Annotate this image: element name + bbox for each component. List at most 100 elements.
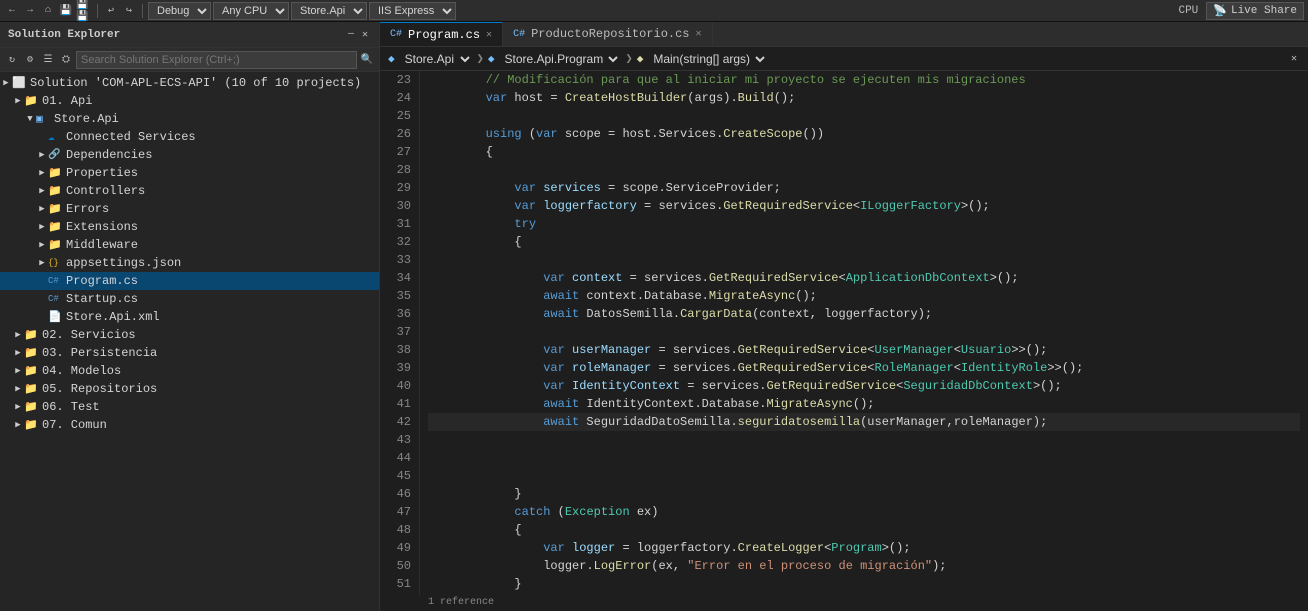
expand-icon-test[interactable]: ▶ [12,402,24,412]
tree-item-props[interactable]: ▶📁Properties [0,164,379,182]
solution-tree: ▶⬜Solution 'COM-APL-ECS-API' (10 of 10 p… [0,72,379,611]
breadcrumb-collapse-button[interactable]: ✕ [1288,52,1300,66]
tab-program[interactable]: C#Program.cs✕ [380,22,503,46]
tree-item-storeapi[interactable]: ▼▣Store.Api [0,110,379,128]
tree-item-comun[interactable]: ▶📁07. Comun [0,416,379,434]
tree-label-deps: Dependencies [64,148,152,162]
line-number-41: 41 [388,395,411,413]
expand-icon-persistencia[interactable]: ▶ [12,348,24,358]
tree-item-extensions[interactable]: ▶📁Extensions [0,218,379,236]
tree-item-modelos[interactable]: ▶📁04. Modelos [0,362,379,380]
se-settings-icon[interactable]: ⛭ [58,52,74,68]
line-number-39: 39 [388,359,411,377]
tree-item-program[interactable]: C#Program.cs [0,272,379,290]
breadcrumb-namespace[interactable]: Store.Api [399,51,473,67]
tree-item-test[interactable]: ▶📁06. Test [0,398,379,416]
tree-item-middleware[interactable]: ▶📁Middleware [0,236,379,254]
tree-item-controllers[interactable]: ▶📁Controllers [0,182,379,200]
save-all-icon[interactable]: 💾💾 [76,3,92,19]
expand-icon-repositorios[interactable]: ▶ [12,384,24,394]
tree-icon-test: 📁 [24,400,40,414]
expand-icon-props[interactable]: ▶ [36,168,48,178]
back-icon[interactable]: ← [4,3,20,19]
project-select[interactable]: Store.Api [291,2,367,20]
forward-icon[interactable]: → [22,3,38,19]
close-panel-button[interactable]: ✕ [359,28,371,42]
tab-close-producto[interactable]: ✕ [696,28,702,40]
separator-2 [142,4,143,18]
panel-actions: ― ✕ [345,28,371,42]
iis-select[interactable]: IIS Express [369,2,456,20]
expand-icon-extensions[interactable]: ▶ [36,222,48,232]
line-number-32: 32 [388,233,411,251]
line-number-23: 23 [388,71,411,89]
pin-button[interactable]: ― [345,28,357,42]
tree-item-repositorios[interactable]: ▶📁05. Repositorios [0,380,379,398]
undo-icon[interactable]: ↩ [103,3,119,19]
line-number-36: 36 [388,305,411,323]
breadcrumb-class[interactable]: Store.Api.Program [498,51,621,67]
tree-label-repositorios: 05. Repositorios [40,382,157,396]
tree-icon-modelos: 📁 [24,364,40,378]
tab-producto[interactable]: C#ProductoRepositorio.cs✕ [503,22,712,46]
save-icon[interactable]: 💾 [58,3,74,19]
expand-icon-deps[interactable]: ▶ [36,150,48,160]
se-search-icon[interactable]: 🔍 [359,52,375,68]
line-number-34: 34 [388,269,411,287]
line-number-25: 25 [388,107,411,125]
code-line-32: { [428,233,1300,251]
tree-item-errors[interactable]: ▶📁Errors [0,200,379,218]
redo-icon[interactable]: ↪ [121,3,137,19]
live-share-button[interactable]: 📡 Live Share [1206,2,1304,20]
code-line-46: } [428,485,1300,503]
tree-icon-middleware: 📁 [48,238,64,252]
line-number-33: 33 [388,251,411,269]
expand-icon-servicios[interactable]: ▶ [12,330,24,340]
code-line-38: var userManager = services.GetRequiredSe… [428,341,1300,359]
search-input[interactable] [76,51,357,69]
expand-icon-comun[interactable]: ▶ [12,420,24,430]
tree-label-program: Program.cs [64,274,138,288]
tree-item-appsettings[interactable]: ▶{}appsettings.json [0,254,379,272]
line-number-24: 24 [388,89,411,107]
tree-label-comun: 07. Comun [40,418,107,432]
cpu-select[interactable]: Any CPU [213,2,289,20]
expand-icon-modelos[interactable]: ▶ [12,366,24,376]
expand-icon-controllers[interactable]: ▶ [36,186,48,196]
line-number-50: 50 [388,557,411,575]
expand-icon-appsettings[interactable]: ▶ [36,258,48,268]
tree-label-solution: Solution 'COM-APL-ECS-API' (10 of 10 pro… [28,76,361,90]
tree-item-persistencia[interactable]: ▶📁03. Persistencia [0,344,379,362]
se-sync-icon[interactable]: ↻ [4,52,20,68]
top-bar-right: CPU 📡 Live Share [1178,2,1304,20]
debug-select[interactable]: Debug [148,2,211,20]
tree-item-deps[interactable]: ▶🔗Dependencies [0,146,379,164]
expand-icon-api[interactable]: ▶ [12,96,24,106]
tree-item-solution[interactable]: ▶⬜Solution 'COM-APL-ECS-API' (10 of 10 p… [0,74,379,92]
tree-icon-connected: ☁ [48,130,64,144]
home-icon[interactable]: ⌂ [40,3,56,19]
tab-close-program[interactable]: ✕ [486,29,492,41]
code-line-33 [428,251,1300,269]
tree-item-servicios[interactable]: ▶📁02. Servicios [0,326,379,344]
tree-label-modelos: 04. Modelos [40,364,121,378]
breadcrumb-namespace-icon: ◆ [388,52,395,66]
tree-item-connected[interactable]: ☁Connected Services [0,128,379,146]
main-layout: Solution Explorer ― ✕ ↻ ⚙ ☰ ⛭ 🔍 ▶⬜Soluti… [0,22,1308,611]
se-props-icon[interactable]: ⚙ [22,52,38,68]
tree-icon-program: C# [48,276,64,286]
code-editor[interactable]: 2324252627282930313233343536373839404142… [380,71,1308,595]
code-line-35: await context.Database.MigrateAsync(); [428,287,1300,305]
expand-icon-storeapi[interactable]: ▼ [24,114,36,124]
tree-label-controllers: Controllers [64,184,145,198]
tree-item-api[interactable]: ▶📁01. Api [0,92,379,110]
solution-explorer-panel: Solution Explorer ― ✕ ↻ ⚙ ☰ ⛭ 🔍 ▶⬜Soluti… [0,22,380,611]
code-line-24: var host = CreateHostBuilder(args).Build… [428,89,1300,107]
tree-item-storexml[interactable]: 📄Store.Api.xml [0,308,379,326]
expand-icon-solution[interactable]: ▶ [0,78,12,88]
se-filter-icon[interactable]: ☰ [40,52,56,68]
expand-icon-middleware[interactable]: ▶ [36,240,48,250]
tree-item-startup[interactable]: C#Startup.cs [0,290,379,308]
breadcrumb-method[interactable]: Main(string[] args) [647,51,768,67]
expand-icon-errors[interactable]: ▶ [36,204,48,214]
